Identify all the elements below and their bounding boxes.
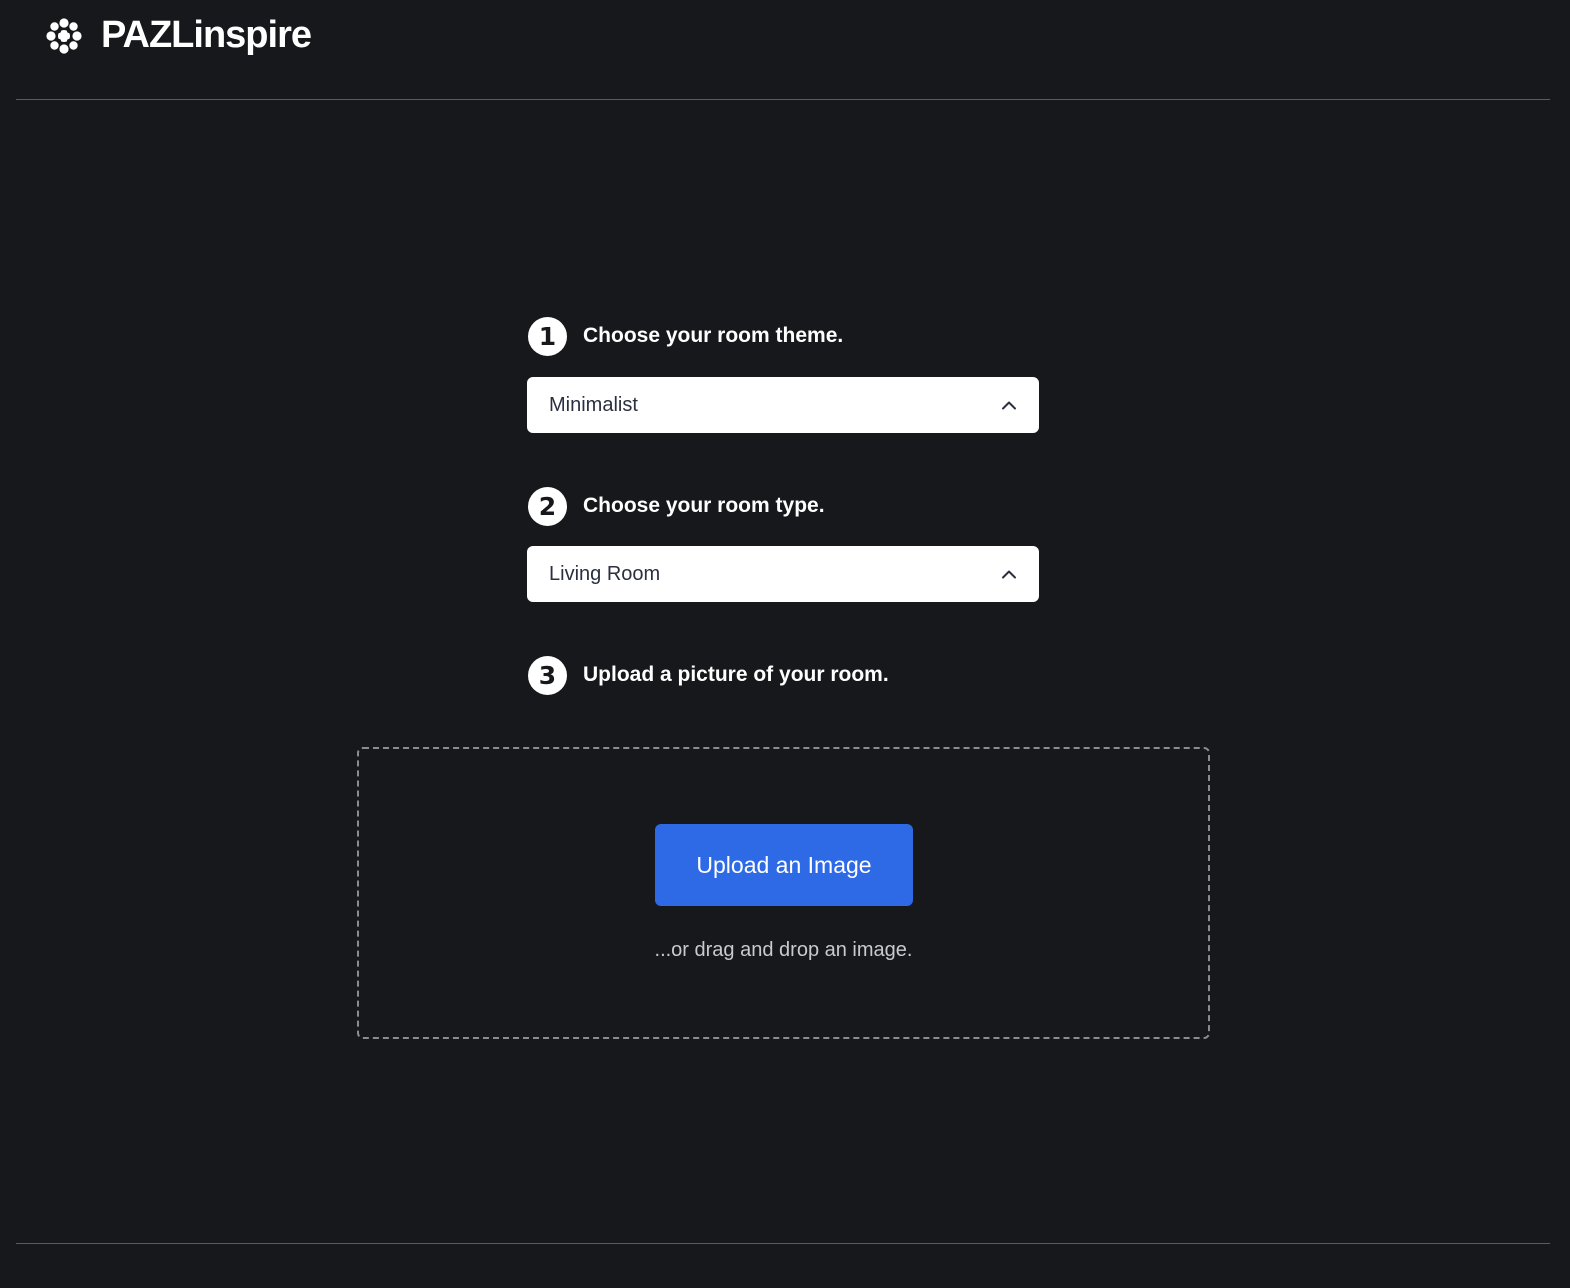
header-divider	[16, 99, 1550, 100]
step-label: Upload a picture of your room.	[583, 663, 889, 686]
chevron-up-icon	[1002, 570, 1016, 579]
upload-image-button[interactable]: Upload an Image	[655, 824, 913, 906]
step-label: Choose your room type.	[583, 494, 825, 517]
theme-select-value: Minimalist	[549, 393, 638, 416]
room-type-select-value: Living Room	[549, 562, 661, 585]
pazl-logo-icon[interactable]	[46, 18, 82, 54]
step-number-badge: 2	[528, 486, 567, 526]
step-label: Choose your room theme.	[583, 324, 844, 347]
image-dropzone[interactable]: Upload an Image ...or drag and drop an i…	[357, 747, 1210, 1039]
header: PAZLinspire	[0, 0, 1570, 100]
drag-drop-hint: ...or drag and drop an image.	[654, 939, 913, 961]
step-number-badge: 3	[528, 655, 567, 695]
brand-name[interactable]: PAZLinspire	[101, 12, 312, 58]
chevron-up-icon	[1002, 401, 1016, 410]
step-3: 3 Upload a picture of your room.	[528, 655, 889, 695]
page: PAZLinspire 1 Choose your room theme. Mi…	[0, 0, 1570, 1288]
step-2: 2 Choose your room type.	[528, 486, 825, 526]
room-type-select[interactable]: Living Room	[527, 546, 1039, 602]
step-1: 1 Choose your room theme.	[528, 316, 843, 356]
theme-select[interactable]: Minimalist	[527, 377, 1039, 433]
footer-divider	[16, 1243, 1550, 1244]
step-number-badge: 1	[528, 316, 567, 356]
